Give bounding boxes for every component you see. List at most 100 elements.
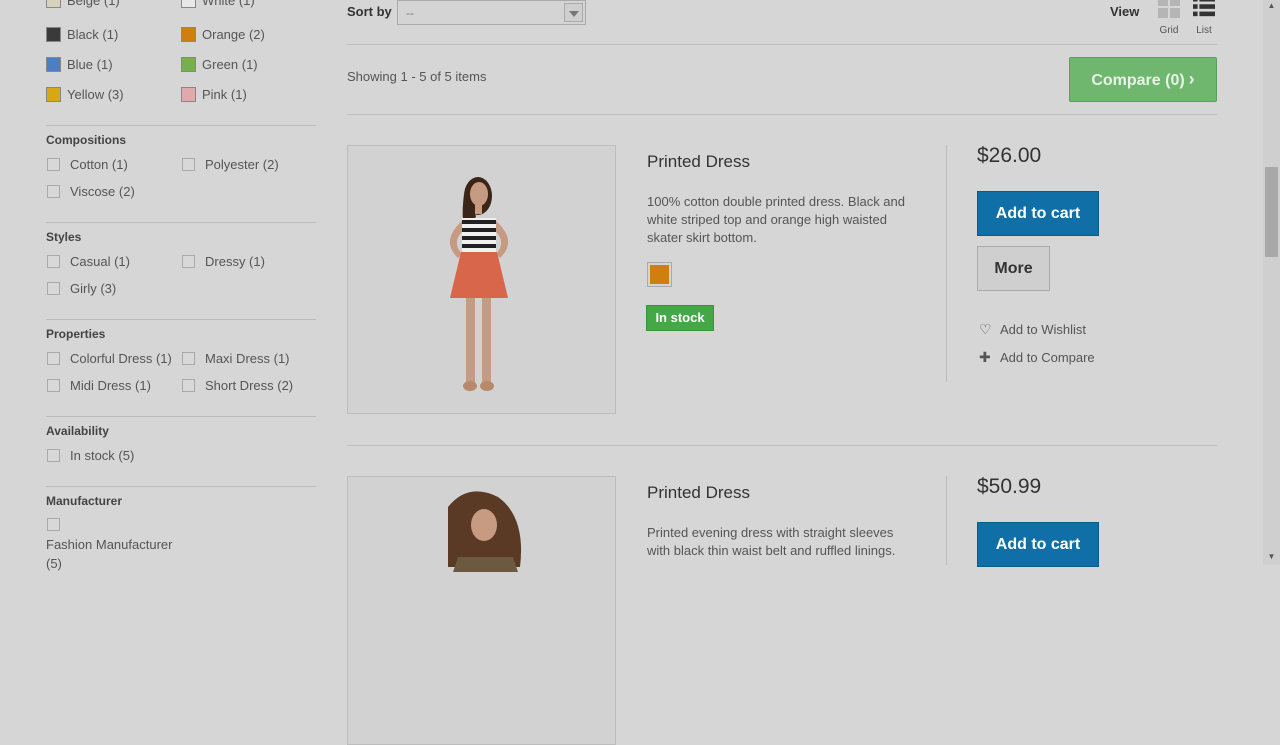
color-label: Blue (1) [67, 57, 113, 73]
product-divider [347, 445, 1217, 446]
checkbox[interactable] [182, 158, 195, 172]
chevron-down-icon [564, 3, 583, 22]
styles-heading: Styles [46, 230, 82, 244]
product-image[interactable] [347, 476, 616, 745]
filter-cotton[interactable]: Cotton (1) [47, 156, 128, 172]
filter-label: Fashion Manufacturer [46, 537, 173, 552]
filter-divider [46, 319, 316, 320]
filter-in-stock[interactable]: In stock (5) [47, 447, 134, 463]
filter-maxi-dress[interactable]: Maxi Dress (1) [182, 350, 290, 366]
checkbox[interactable] [47, 185, 60, 199]
color-filter-black[interactable]: Black (1) [46, 26, 118, 43]
properties-heading: Properties [46, 327, 106, 341]
filter-girly[interactable]: Girly (3) [47, 280, 116, 296]
color-filter-green[interactable]: Green (1) [181, 56, 258, 73]
product-photo [348, 146, 615, 413]
color-label: Yellow (3) [67, 87, 124, 103]
filter-divider [46, 416, 316, 417]
filter-label: Colorful Dress (1) [70, 351, 172, 367]
checkbox[interactable] [47, 518, 60, 532]
color-swatch [181, 57, 196, 73]
color-swatch [46, 27, 61, 43]
checkbox[interactable] [47, 449, 60, 463]
product-separator [946, 476, 947, 565]
add-to-cart-button[interactable]: Add to cart [977, 522, 1099, 567]
product-name[interactable]: Printed Dress [647, 483, 750, 503]
filter-short-dress[interactable]: Short Dress (2) [182, 377, 293, 393]
checkbox[interactable] [47, 379, 60, 393]
compare-button[interactable]: Compare (0) › [1069, 57, 1217, 102]
heart-icon: ♡ [979, 321, 992, 337]
product-price: $26.00 [977, 144, 1042, 167]
more-button[interactable]: More [977, 246, 1050, 291]
filter-label: (5) [46, 556, 62, 571]
manufacturer-heading: Manufacturer [46, 494, 123, 508]
filter-dressy[interactable]: Dressy (1) [182, 253, 265, 269]
checkbox[interactable] [47, 352, 60, 366]
filter-label: Viscose (2) [70, 184, 135, 200]
color-swatch-fill [650, 265, 669, 284]
list-view-button[interactable]: List [1189, 0, 1219, 36]
checkbox[interactable] [182, 352, 195, 366]
add-to-wishlist-link[interactable]: ♡ Add to Wishlist [979, 321, 1086, 338]
filter-polyester[interactable]: Polyester (2) [182, 156, 279, 172]
color-filter-yellow[interactable]: Yellow (3) [46, 86, 124, 103]
add-to-cart-button[interactable]: Add to cart [977, 191, 1099, 236]
compositions-heading: Compositions [46, 133, 126, 147]
list-divider [347, 114, 1217, 115]
product-name[interactable]: Printed Dress [647, 152, 750, 172]
grid-view-button[interactable]: Grid [1154, 0, 1184, 36]
view-label: View [1110, 4, 1140, 19]
checkbox[interactable] [47, 282, 60, 296]
sort-by-label: Sort by [347, 4, 392, 19]
filter-label: Girly (3) [70, 281, 117, 297]
list-label: List [1196, 25, 1212, 36]
color-option-swatch[interactable] [647, 262, 672, 287]
checkbox[interactable] [47, 158, 60, 172]
add-to-compare-link[interactable]: ✚ Add to Compare [979, 349, 1095, 366]
checkbox[interactable] [182, 255, 195, 269]
sort-select[interactable]: -- [397, 0, 586, 25]
filter-label: Casual (1) [70, 254, 130, 270]
compare-label: Compare (0) [1091, 72, 1185, 89]
color-swatch [46, 87, 61, 103]
product-image[interactable] [347, 145, 616, 414]
filter-colorful-dress[interactable]: Colorful Dress (1) [47, 350, 172, 366]
color-swatch [181, 0, 196, 9]
filter-midi-dress[interactable]: Midi Dress (1) [47, 377, 151, 393]
wishlist-label: Add to Wishlist [1000, 322, 1086, 337]
filter-divider [46, 486, 316, 487]
scrollbar-thumb[interactable] [1265, 167, 1278, 257]
product-price: $50.99 [977, 475, 1042, 498]
color-filter-beige[interactable]: Beige (1) [46, 0, 120, 9]
scroll-down-arrow-icon[interactable]: ▼ [1266, 552, 1277, 561]
color-label: Beige (1) [67, 0, 120, 9]
color-label: White (1) [202, 0, 255, 9]
scrollbar-track[interactable] [1263, 0, 1280, 565]
color-filter-blue[interactable]: Blue (1) [46, 56, 113, 73]
filter-label: Polyester (2) [205, 157, 279, 173]
color-swatch [46, 57, 61, 73]
checkbox[interactable] [47, 255, 60, 269]
grid-icon [1158, 0, 1180, 18]
color-filter-orange[interactable]: Orange (2) [181, 26, 265, 43]
scroll-up-arrow-icon[interactable]: ▲ [1266, 1, 1277, 10]
filter-label: Short Dress (2) [205, 378, 294, 394]
color-swatch [46, 0, 61, 9]
product-photo [348, 477, 615, 744]
filter-fashion-manufacturer-checkbox[interactable] [47, 516, 60, 532]
color-label: Green (1) [202, 57, 258, 73]
filter-label: Maxi Dress (1) [205, 351, 290, 367]
color-filter-white[interactable]: White (1) [181, 0, 255, 9]
filter-casual[interactable]: Casual (1) [47, 253, 130, 269]
availability-heading: Availability [46, 424, 109, 438]
filter-viscose[interactable]: Viscose (2) [47, 183, 135, 199]
list-icon [1193, 0, 1215, 17]
compare-link-label: Add to Compare [1000, 350, 1095, 365]
stock-badge: In stock [646, 305, 714, 331]
product-description: Printed evening dress with straight slee… [647, 525, 896, 558]
color-filter-pink[interactable]: Pink (1) [181, 86, 247, 103]
toolbar-divider [347, 44, 1217, 45]
checkbox[interactable] [182, 379, 195, 393]
filter-label: Dressy (1) [205, 254, 265, 270]
